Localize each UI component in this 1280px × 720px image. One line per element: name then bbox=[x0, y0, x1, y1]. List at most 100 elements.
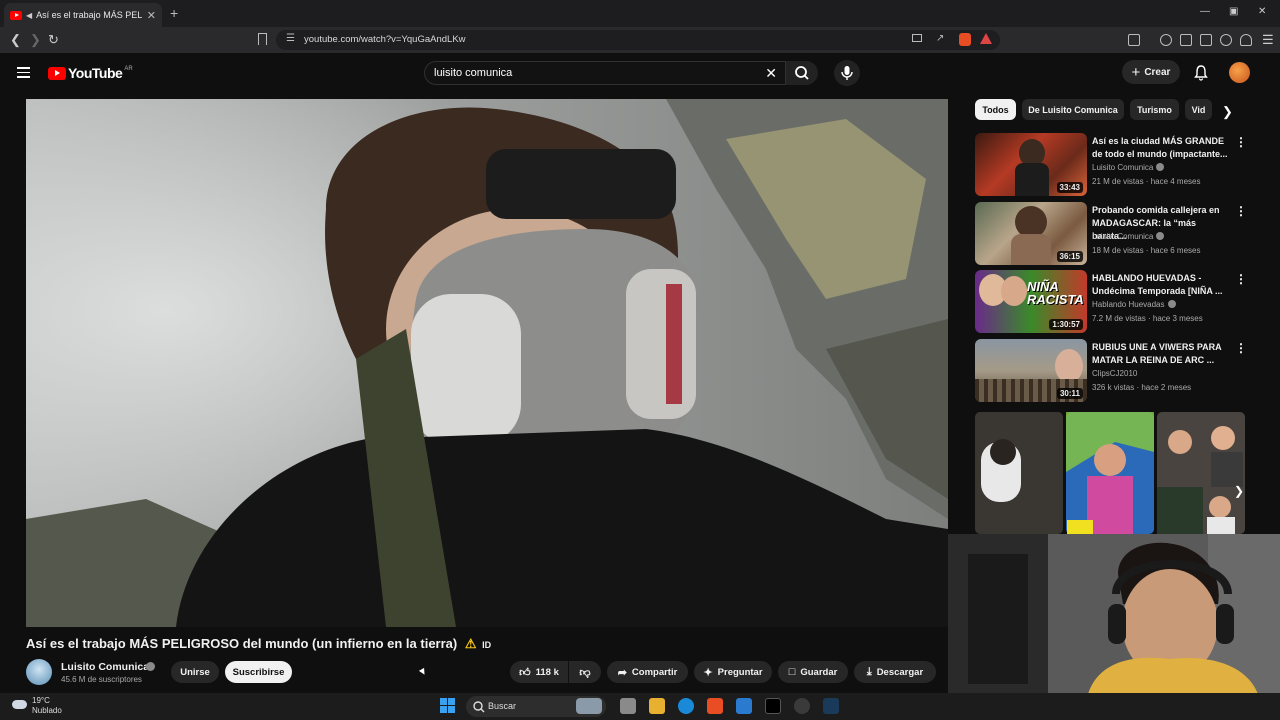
thumbs-down-icon: 👎︎ bbox=[579, 666, 591, 679]
bookmark-icon[interactable] bbox=[258, 33, 267, 45]
chip-videos[interactable]: Vid bbox=[1185, 99, 1212, 120]
video-title-text: Así es el trabajo MÁS PELIGROSO del mund… bbox=[26, 636, 458, 651]
channel-avatar[interactable] bbox=[26, 659, 52, 685]
video-player[interactable] bbox=[26, 99, 948, 627]
site-info-icon[interactable]: ☰ bbox=[286, 33, 295, 44]
save-button[interactable]: □ Guardar bbox=[778, 661, 848, 683]
forward-icon[interactable]: ❯ bbox=[30, 32, 41, 48]
youtube-logo[interactable]: YouTube AR bbox=[48, 65, 133, 81]
recommendation-item[interactable]: NIÑA RACISTA 1:30:57 HABLANDO HUEVADAS -… bbox=[975, 270, 1247, 333]
store-icon[interactable] bbox=[736, 698, 752, 714]
speaker-icon[interactable]: ◀ bbox=[26, 11, 32, 20]
cloud-icon bbox=[12, 700, 27, 709]
download-label: Descargar bbox=[876, 666, 924, 678]
video-thumbnail[interactable]: 30:11 bbox=[975, 339, 1087, 402]
minimize-icon[interactable]: — bbox=[1200, 6, 1210, 17]
leo-icon[interactable] bbox=[1220, 34, 1232, 46]
download-button[interactable]: ⤓ Descargar bbox=[854, 661, 936, 683]
subscriber-count: 45.6 M de suscriptores bbox=[61, 675, 142, 684]
subscribe-button[interactable]: Suscribirse bbox=[225, 661, 292, 683]
recommendation-channel[interactable]: Luisito Comunica bbox=[1092, 163, 1165, 172]
weather-condition: Nublado bbox=[32, 706, 62, 715]
shorts-carousel[interactable] bbox=[975, 412, 1245, 534]
video-frame bbox=[26, 99, 948, 627]
video-thumbnail[interactable]: NIÑA RACISTA 1:30:57 bbox=[975, 270, 1087, 333]
more-options-icon[interactable]: ⋮ bbox=[1235, 341, 1247, 355]
chips-next-icon[interactable]: ❯ bbox=[1222, 104, 1233, 120]
like-button[interactable]: 👍︎ 118 k bbox=[510, 661, 568, 683]
url-field[interactable]: ☰ youtube.com/watch?v=YquGaAndLKw ↗ bbox=[276, 30, 1000, 50]
url-text: youtube.com/watch?v=YquGaAndLKw bbox=[304, 34, 466, 45]
file-explorer-icon[interactable] bbox=[649, 698, 665, 714]
voice-search-button[interactable] bbox=[834, 60, 860, 86]
screenshot-icon[interactable] bbox=[1128, 34, 1140, 46]
channel-name[interactable]: Luisito Comunica bbox=[61, 661, 149, 673]
vpn-icon[interactable] bbox=[1240, 34, 1252, 46]
search-button[interactable] bbox=[786, 61, 818, 85]
windows-start-icon[interactable] bbox=[440, 698, 456, 714]
logo-country: AR bbox=[124, 66, 133, 72]
maximize-icon[interactable]: ▣ bbox=[1229, 6, 1238, 17]
sidebar-icon[interactable] bbox=[1180, 34, 1192, 46]
logo-text: YouTube bbox=[68, 65, 123, 81]
create-label: Crear bbox=[1144, 66, 1171, 78]
account-avatar[interactable] bbox=[1229, 62, 1250, 83]
video-duration: 1:30:57 bbox=[1049, 319, 1083, 330]
create-button[interactable]: + Crear bbox=[1122, 60, 1180, 84]
verified-icon bbox=[1167, 300, 1176, 308]
more-options-icon[interactable]: ⋮ bbox=[1235, 272, 1247, 286]
recommendation-item[interactable]: 33:43 Así es la ciudad MÁS GRANDE de tod… bbox=[975, 133, 1247, 196]
browser-tab[interactable]: ◀ Así es el trabajo MÁS PELIGR ✕ bbox=[4, 3, 162, 27]
clear-search-icon[interactable]: ✕ bbox=[765, 65, 777, 82]
share-page-icon[interactable]: ↗ bbox=[936, 33, 944, 44]
recommendation-item[interactable]: 36:15 Probando comida callejera en MADAG… bbox=[975, 202, 1247, 265]
recommendation-item[interactable]: 30:11 RUBIUS UNE A VIWERS PARA MATAR LA … bbox=[975, 339, 1247, 402]
capcut-icon[interactable] bbox=[765, 698, 781, 714]
chip-turismo[interactable]: Turismo bbox=[1130, 99, 1179, 120]
recommendation-channel[interactable]: Luisito Comunica bbox=[1092, 232, 1165, 241]
close-tab-icon[interactable]: ✕ bbox=[147, 9, 156, 22]
brave-shield-icon[interactable] bbox=[959, 33, 971, 46]
notifications-button[interactable] bbox=[1193, 64, 1209, 86]
weather-widget[interactable]: 19°C Nublado bbox=[12, 696, 62, 716]
brave-browser-icon[interactable] bbox=[707, 698, 723, 714]
recommendation-meta: 21 M de vistas · hace 4 meses bbox=[1092, 177, 1201, 186]
steam-icon[interactable] bbox=[823, 698, 839, 714]
task-view-icon[interactable] bbox=[620, 698, 636, 714]
join-button[interactable]: Unirse bbox=[171, 661, 219, 683]
hamburger-menu-icon[interactable] bbox=[17, 67, 30, 81]
more-options-icon[interactable]: ⋮ bbox=[1235, 204, 1247, 218]
close-window-icon[interactable]: ✕ bbox=[1258, 6, 1266, 17]
recommendation-channel[interactable]: Hablando Huevadas bbox=[1092, 300, 1176, 309]
music-icon[interactable] bbox=[1160, 34, 1172, 46]
back-icon[interactable]: ❮ bbox=[10, 32, 21, 48]
search-input[interactable]: luisito comunica ✕ bbox=[424, 61, 786, 85]
video-thumbnail[interactable]: 36:15 bbox=[975, 202, 1087, 265]
carousel-next-icon[interactable]: ❯ bbox=[1234, 484, 1244, 498]
reload-icon[interactable]: ↻ bbox=[48, 32, 59, 48]
share-button[interactable]: ➦ Compartir bbox=[607, 661, 688, 683]
new-tab-icon[interactable]: + bbox=[170, 5, 178, 21]
wallet-icon[interactable] bbox=[1200, 34, 1212, 46]
cast-icon[interactable] bbox=[912, 34, 922, 42]
chip-todos[interactable]: Todos bbox=[975, 99, 1016, 120]
ask-button[interactable]: ✦ Preguntar bbox=[694, 661, 772, 683]
dislike-button[interactable]: 👎︎ bbox=[569, 661, 601, 683]
recommendation-title[interactable]: Así es la ciudad MÁS GRANDE de todo el m… bbox=[1092, 135, 1230, 161]
taskbar-search-label: Buscar bbox=[488, 701, 517, 711]
video-thumbnail[interactable]: 33:43 bbox=[975, 133, 1087, 196]
chip-channel[interactable]: De Luisito Comunica bbox=[1022, 99, 1124, 120]
menu-icon[interactable]: ☰ bbox=[1262, 32, 1274, 48]
brave-rewards-icon[interactable] bbox=[980, 33, 992, 44]
more-options-icon[interactable]: ⋮ bbox=[1235, 135, 1247, 149]
mouse-cursor-icon bbox=[418, 667, 428, 677]
taskbar-search-input[interactable]: Buscar bbox=[466, 696, 606, 717]
search-icon bbox=[473, 701, 485, 713]
search-highlight-icon bbox=[576, 698, 602, 714]
save-label: Guardar bbox=[800, 666, 838, 678]
edge-icon[interactable] bbox=[678, 698, 694, 714]
recommendation-title[interactable]: HABLANDO HUEVADAS - Undécima Temporada [… bbox=[1092, 272, 1230, 298]
recommendation-title[interactable]: RUBIUS UNE A VIWERS PARA MATAR LA REINA … bbox=[1092, 341, 1230, 367]
recommendation-channel[interactable]: ClipsCJ2010 bbox=[1092, 369, 1137, 378]
obs-icon[interactable] bbox=[794, 698, 810, 714]
